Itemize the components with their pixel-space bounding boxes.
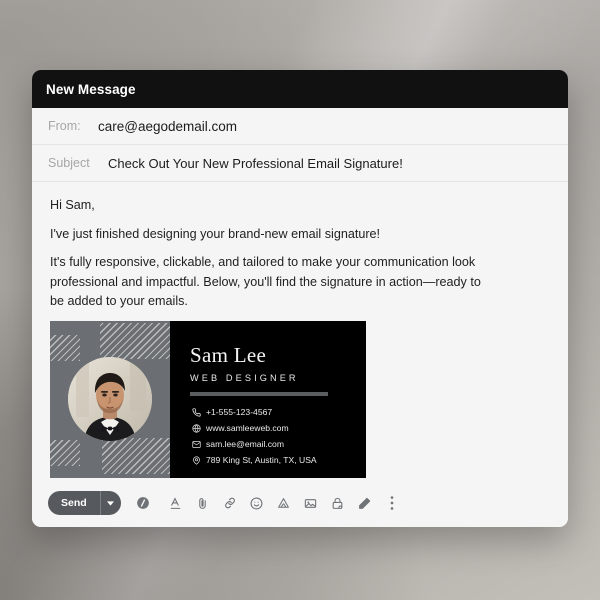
hatch-pattern-top-right bbox=[100, 322, 170, 359]
avatar bbox=[68, 357, 152, 442]
from-label: From: bbox=[48, 119, 81, 133]
insert-link-icon[interactable] bbox=[222, 495, 238, 511]
body-paragraph-2: It's fully responsive, clickable, and ta… bbox=[50, 255, 481, 309]
from-field-row[interactable]: From: care@aegodemail.com bbox=[32, 108, 568, 145]
window-titlebar: New Message bbox=[32, 70, 568, 108]
signature-divider bbox=[190, 391, 328, 396]
signature-photo-panel bbox=[50, 320, 170, 478]
contact-website-text: www.samleeweb.com bbox=[206, 422, 289, 433]
contact-website: www.samleeweb.com bbox=[190, 424, 352, 433]
envelope-icon bbox=[190, 440, 202, 449]
toolbar-icon-group bbox=[135, 495, 400, 511]
subject-label: Subject bbox=[48, 156, 90, 170]
desktop-background: New Message From: care@aegodemail.com Su… bbox=[0, 0, 600, 600]
hatch-pattern-top-left bbox=[50, 334, 80, 361]
send-button-group[interactable]: Send bbox=[48, 491, 121, 515]
body-greeting: Hi Sam, bbox=[50, 198, 95, 212]
body-paragraph-1: I've just finished designing your brand-… bbox=[50, 226, 381, 241]
contact-email-text: sam.lee@email.com bbox=[206, 438, 284, 449]
send-button[interactable]: Send bbox=[48, 491, 101, 515]
hatch-pattern-bottom-left bbox=[50, 439, 80, 466]
text-format-icon[interactable] bbox=[168, 495, 184, 511]
window-title: New Message bbox=[46, 81, 136, 97]
phone-icon bbox=[190, 407, 202, 417]
compose-toolbar: Send bbox=[32, 479, 568, 527]
more-options-icon[interactable] bbox=[384, 495, 400, 511]
globe-icon bbox=[190, 423, 202, 433]
compose-window: New Message From: care@aegodemail.com Su… bbox=[32, 70, 568, 527]
confidential-mode-icon[interactable] bbox=[330, 495, 346, 511]
contact-phone: +1-555-123-4567 bbox=[190, 408, 352, 417]
contact-email: sam.lee@email.com bbox=[190, 440, 352, 449]
contact-address: 789 King St, Austin, TX, USA bbox=[190, 456, 352, 465]
contact-address-text: 789 King St, Austin, TX, USA bbox=[206, 454, 317, 465]
email-signature-card: Sam Lee WEB DESIGNER +1-555-123-4567 www… bbox=[50, 320, 366, 478]
location-pin-icon bbox=[190, 456, 202, 465]
send-options-button[interactable] bbox=[101, 491, 121, 515]
signature-role: WEB DESIGNER bbox=[190, 372, 299, 383]
subject-value[interactable]: Check Out Your New Professional Email Si… bbox=[108, 156, 403, 171]
insert-from-drive-icon[interactable] bbox=[276, 495, 292, 511]
subject-field-row[interactable]: Subject Check Out Your New Professional … bbox=[32, 145, 568, 182]
message-body[interactable]: Hi Sam, I've just finished designing you… bbox=[32, 182, 568, 478]
from-value[interactable]: care@aegodemail.com bbox=[98, 119, 237, 134]
signature-details-panel: Sam Lee WEB DESIGNER +1-555-123-4567 www… bbox=[170, 321, 366, 478]
insert-signature-icon[interactable] bbox=[357, 495, 373, 511]
contact-phone-text: +1-555-123-4567 bbox=[206, 406, 273, 417]
chevron-down-icon bbox=[107, 500, 115, 506]
insert-emoji-icon[interactable] bbox=[249, 495, 265, 511]
signature-name: Sam Lee bbox=[190, 342, 267, 367]
hatch-pattern-bottom-right bbox=[102, 437, 170, 474]
attach-file-icon[interactable] bbox=[195, 495, 211, 511]
insert-photo-icon[interactable] bbox=[303, 495, 319, 511]
signature-contact-list: +1-555-123-4567 www.samleeweb.com sam.le… bbox=[190, 408, 352, 465]
formatting-options-icon[interactable] bbox=[135, 495, 151, 511]
